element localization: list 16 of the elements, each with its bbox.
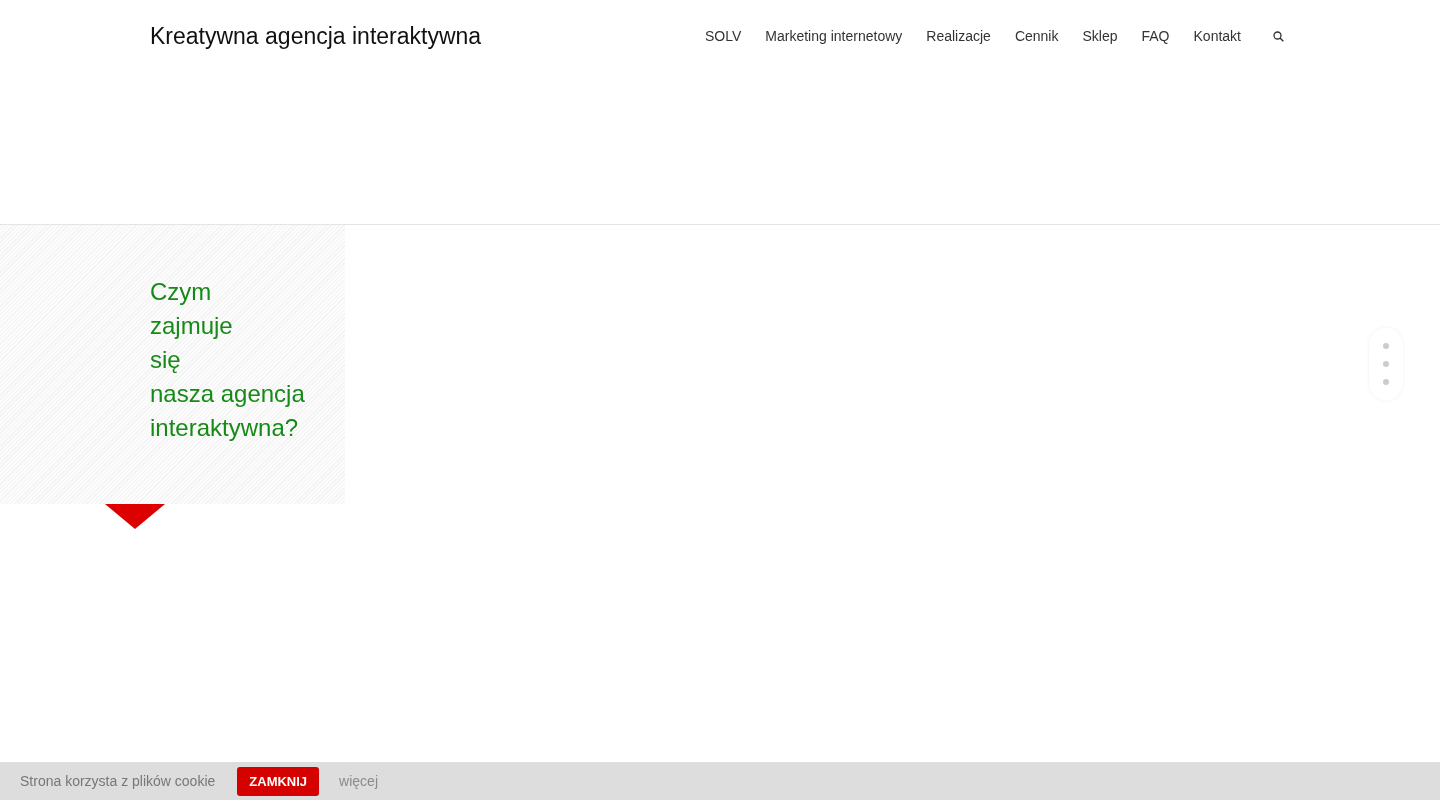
nav-link[interactable]: Sklep xyxy=(1082,28,1118,44)
nav-link[interactable]: SOLV xyxy=(705,28,742,44)
close-button[interactable]: ZAMKNIJ xyxy=(237,766,320,796)
nav-link[interactable]: Realizacje xyxy=(926,28,991,44)
search-icon[interactable] xyxy=(1273,30,1284,42)
section-heading: Czym zajmuje się nasza agencja interaktywna? xyxy=(150,277,306,443)
down-triangle-icon xyxy=(105,504,165,529)
nav-dot[interactable] xyxy=(1383,343,1389,349)
cookie-text: Strona korzysta z plików cookie xyxy=(20,773,216,789)
nav-dot[interactable] xyxy=(1383,379,1389,385)
nav-link[interactable]: Marketing internetowy xyxy=(765,28,903,44)
nav-link[interactable]: FAQ xyxy=(1141,28,1170,44)
site-logo[interactable]: Kreatywna agencja interaktywna xyxy=(150,22,482,50)
nav-dot[interactable] xyxy=(1383,361,1389,367)
nav-link[interactable]: Kontakt xyxy=(1193,28,1241,44)
nav-link[interactable]: Cennik xyxy=(1014,28,1059,44)
